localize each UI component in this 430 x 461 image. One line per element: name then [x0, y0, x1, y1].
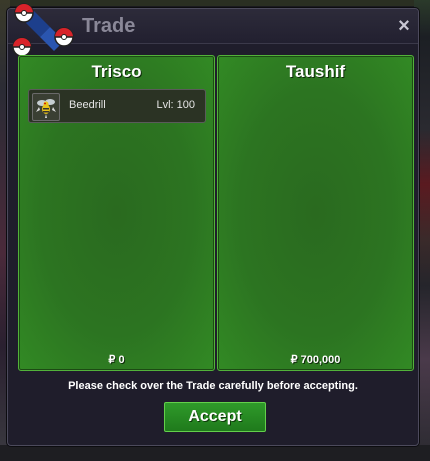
- money-offer-trisco: ₽ 0: [108, 354, 125, 366]
- trade-item-slot[interactable]: Beedrill Lvl: 100: [28, 89, 206, 123]
- player-name-trisco: Trisco: [91, 62, 142, 81]
- pokemon-level: Lvl: 100: [156, 99, 195, 111]
- game-scene-bottom: [0, 445, 430, 461]
- partner-offer-panel: Taushif ₽ 700,000: [217, 55, 414, 371]
- my-offer-panel: Trisco Beedrill Lvl: 100 ₽ 0: [18, 55, 215, 371]
- beedrill-icon: [32, 93, 60, 121]
- accept-button[interactable]: Accept: [164, 402, 266, 432]
- window-title: Trade: [82, 15, 136, 37]
- money-offer-taushif: ₽ 700,000: [290, 354, 341, 366]
- trade-notice: Please check over the Trade carefully be…: [68, 380, 358, 392]
- player-name-taushif: Taushif: [285, 62, 346, 81]
- close-icon[interactable]: ×: [394, 16, 414, 36]
- pokeball-logo-icon: [12, 3, 74, 57]
- title-bar[interactable]: Trade ×: [8, 3, 418, 57]
- trade-window: Trade × Trisco Beedrill Lvl: 100 ₽ 0 Tau…: [7, 3, 419, 446]
- pokemon-name: Beedrill: [69, 99, 106, 111]
